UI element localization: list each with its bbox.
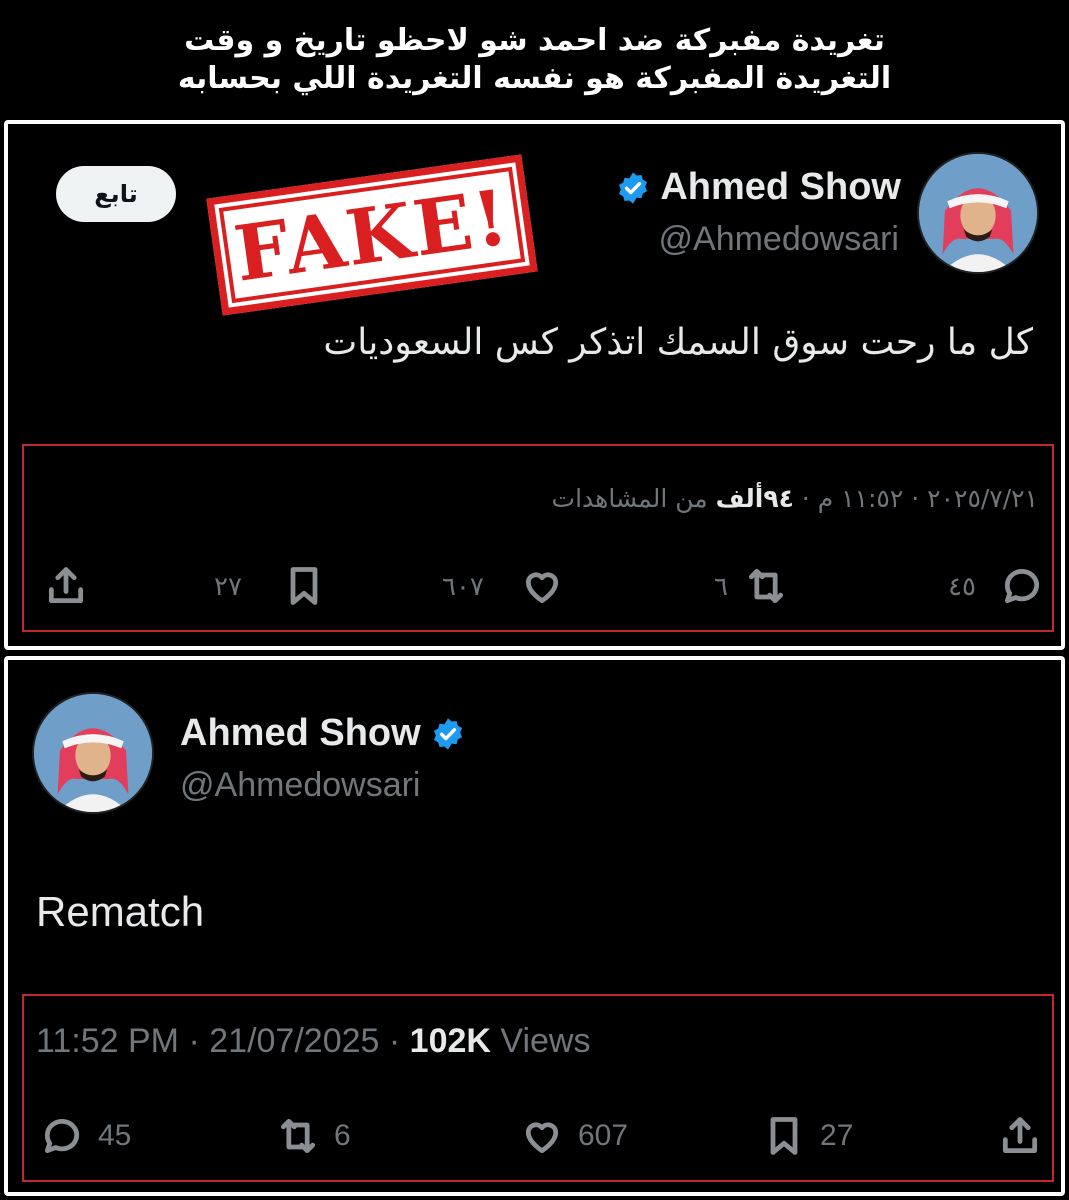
views-count: ٩٤ألف xyxy=(715,484,794,513)
action-bar: ٤٥ ٦ ٦٠٧ ٢٧ xyxy=(24,556,1052,616)
like-icon xyxy=(525,572,559,604)
reply-button[interactable] xyxy=(1000,564,1044,608)
tweet-date[interactable]: ٢٠٢٥/٧/٢١ xyxy=(927,484,1038,513)
tweet-text: كل ما رحت سوق السمك اتذكر كس السعوديات xyxy=(323,322,1033,363)
repost-icon xyxy=(280,1118,316,1154)
fake-stamp: FAKE! xyxy=(206,154,538,316)
tweet-time[interactable]: ١١:٥٢ م xyxy=(818,484,904,513)
reply-button[interactable]: 45 xyxy=(40,1114,131,1158)
share-button[interactable] xyxy=(998,1114,1042,1158)
avatar[interactable] xyxy=(32,692,154,814)
reply-icon xyxy=(1004,569,1040,604)
repost-button[interactable]: 6 xyxy=(276,1114,351,1158)
tweet-time[interactable]: 11:52 PM xyxy=(36,1022,179,1060)
views-count: 102K xyxy=(409,1022,491,1060)
highlight-box: ٢٠٢٥/٧/٢١ · ١١:٥٢ م · ٩٤ألف من المشاهدات… xyxy=(22,444,1054,632)
bookmark-button[interactable] xyxy=(282,564,326,608)
like-button[interactable]: 607 xyxy=(520,1114,628,1158)
like-count: ٦٠٧ xyxy=(442,572,484,602)
follow-button[interactable]: تابع xyxy=(56,166,176,222)
bookmark-count: 27 xyxy=(820,1119,854,1152)
views-label: Views xyxy=(500,1022,591,1060)
tweet-date[interactable]: 21/07/2025 xyxy=(209,1022,379,1060)
caption-line-1: تغريدة مفبركة ضد احمد شو لاحظو تاريخ و و… xyxy=(184,23,885,58)
real-tweet-panel: Ahmed Show @Ahmedowsari Rematch 11:52 PM… xyxy=(4,656,1065,1196)
tweet-text: Rematch xyxy=(36,888,205,935)
tweet-meta: ٢٠٢٥/٧/٢١ · ١١:٥٢ م · ٩٤ألف من المشاهدات xyxy=(551,484,1038,513)
reply-count: 45 xyxy=(98,1119,132,1152)
author-row: Ahmed Show xyxy=(180,712,465,755)
caption-line-2: التغريدة المفبركة هو نفسه التغريدة اللي … xyxy=(177,61,892,96)
author-row: Ahmed Show xyxy=(616,166,901,209)
avatar[interactable] xyxy=(917,152,1039,274)
bookmark-count: ٢٧ xyxy=(214,572,242,602)
repost-button[interactable] xyxy=(744,564,788,608)
handle[interactable]: @Ahmedowsari xyxy=(180,766,421,805)
fake-tweet-panel: تابع FAKE! Ahmed Show @Ahmedowsari كل ما… xyxy=(4,120,1065,650)
views-label: من المشاهدات xyxy=(551,484,708,513)
handle[interactable]: @Ahmedowsari xyxy=(659,220,900,259)
like-count: 607 xyxy=(578,1119,629,1152)
bookmark-icon xyxy=(770,1117,798,1155)
repost-count: ٦ xyxy=(714,572,728,602)
verified-badge-icon xyxy=(431,717,465,751)
avatar-image xyxy=(919,154,1037,272)
bookmark-icon xyxy=(290,567,318,605)
display-name[interactable]: Ahmed Show xyxy=(660,166,901,209)
share-button[interactable] xyxy=(44,564,88,608)
repost-count: 6 xyxy=(334,1119,351,1152)
action-bar: 45 6 607 27 xyxy=(24,1106,1052,1166)
like-button[interactable] xyxy=(520,564,564,608)
display-name[interactable]: Ahmed Show xyxy=(180,712,421,755)
verified-badge-icon xyxy=(616,171,650,205)
caption-banner: تغريدة مفبركة ضد احمد شو لاحظو تاريخ و و… xyxy=(0,0,1069,112)
bookmark-button[interactable]: 27 xyxy=(762,1114,853,1158)
like-icon xyxy=(525,1122,559,1154)
avatar-image xyxy=(34,694,152,812)
tweet-meta: 11:52 PM · 21/07/2025 · 102K Views xyxy=(36,1022,591,1060)
repost-icon xyxy=(748,568,784,604)
reply-icon xyxy=(44,1119,80,1154)
reply-count: ٤٥ xyxy=(948,572,976,602)
highlight-box: 11:52 PM · 21/07/2025 · 102K Views 45 6 … xyxy=(22,994,1054,1182)
share-icon xyxy=(48,567,84,604)
share-icon xyxy=(1002,1117,1038,1154)
